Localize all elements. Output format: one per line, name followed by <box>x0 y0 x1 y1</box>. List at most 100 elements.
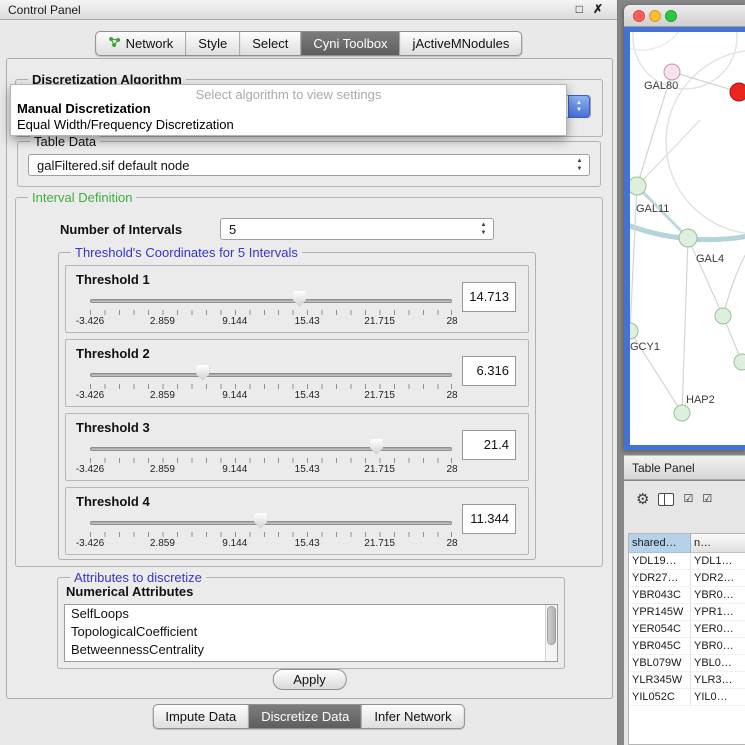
threshold-1-slider[interactable] <box>90 294 452 308</box>
slider-track[interactable] <box>90 299 452 303</box>
tab-cyni-toolbox[interactable]: Cyni Toolbox <box>300 32 399 55</box>
threshold-3-value-field[interactable]: 21.4 <box>462 430 516 460</box>
popup-option-equal-width-frequency[interactable]: Equal Width/Frequency Discretization <box>11 117 566 133</box>
tick-label: 2.859 <box>150 538 175 549</box>
node-hap2[interactable] <box>674 405 690 421</box>
table-data-combobox[interactable]: galFiltered.sif default node ▲▼ <box>28 154 590 176</box>
network-nodes[interactable] <box>630 64 745 421</box>
table-cell[interactable]: YBR045C <box>629 638 691 655</box>
slider-thumb[interactable] <box>254 513 267 529</box>
list-item[interactable]: TopologicalCoefficient <box>65 623 557 641</box>
table-cell[interactable]: YBR043C <box>629 587 691 604</box>
threshold-3-slider[interactable] <box>90 442 452 456</box>
table-cell[interactable]: YLR3… <box>691 672 745 689</box>
node-unlabeled[interactable] <box>715 308 731 324</box>
columns-icon[interactable] <box>658 493 674 506</box>
numerical-attributes-list[interactable]: SelfLoops TopologicalCoefficient Between… <box>64 604 558 662</box>
table-cell[interactable]: YBL0… <box>691 655 745 672</box>
table-row[interactable]: YPR145W YPR1… <box>629 604 745 621</box>
threshold-1-value-field[interactable]: 14.713 <box>462 282 516 312</box>
slider-thumb[interactable] <box>293 291 306 307</box>
threshold-4-value-field[interactable]: 11.344 <box>462 504 516 534</box>
slider-thumb[interactable] <box>370 439 383 455</box>
table-cell[interactable]: YLR345W <box>629 672 691 689</box>
slider-track[interactable] <box>90 447 452 451</box>
table-row[interactable]: YLR345W YLR3… <box>629 672 745 689</box>
table-cell[interactable]: YPR145W <box>629 604 691 621</box>
num-intervals-combobox[interactable]: 5 ▲▼ <box>220 218 494 240</box>
tab-network[interactable]: Network <box>96 32 186 55</box>
network-icon <box>108 36 121 51</box>
table-row[interactable]: YER054C YER0… <box>629 621 745 638</box>
node-gal11[interactable] <box>630 177 646 195</box>
close-window-icon[interactable]: ✗ <box>593 2 603 16</box>
stepper-icon[interactable]: ▲▼ <box>574 157 585 173</box>
tab-style[interactable]: Style <box>185 32 239 55</box>
table-row[interactable]: YIL052C YIL0… <box>629 689 745 706</box>
table-cell[interactable]: YPR1… <box>691 604 745 621</box>
zoom-traffic-icon[interactable] <box>665 10 677 22</box>
tick-label: 28 <box>446 538 457 549</box>
table-data-group: Table Data galFiltered.sif default node … <box>17 141 601 187</box>
table-row[interactable]: YBL079W YBL0… <box>629 655 745 672</box>
slider-track[interactable] <box>90 373 452 377</box>
table-cell[interactable]: YER054C <box>629 621 691 638</box>
tick-label: -3.426 <box>76 538 104 549</box>
threshold-4-slider[interactable] <box>90 516 452 530</box>
network-window-titlebar[interactable] <box>624 5 745 27</box>
list-item[interactable]: SelfLoops <box>65 605 557 623</box>
table-panel-titlebar[interactable]: Table Panel <box>624 455 745 480</box>
popup-option-manual-discretization[interactable]: Manual Discretization <box>11 101 566 117</box>
node-gal4[interactable] <box>679 229 697 247</box>
table-cell[interactable]: YDL19… <box>629 553 691 570</box>
thresholds-coordinates-group: Threshold's Coordinates for 5 Intervals … <box>58 252 536 560</box>
table-row[interactable]: YDR27… YDR2… <box>629 570 745 587</box>
tab-discretize-data[interactable]: Discretize Data <box>248 705 361 728</box>
table-cell[interactable]: YDR2… <box>691 570 745 587</box>
control-panel-window: Control Panel □ ✗ Network Style <box>0 0 618 745</box>
table-row[interactable]: YDL19… YDL1… <box>629 553 745 570</box>
table-cell[interactable]: YBR0… <box>691 587 745 604</box>
stepper-icon[interactable]: ▲▼ <box>478 221 489 237</box>
table-cell[interactable]: YIL052C <box>629 689 691 706</box>
table-cell[interactable]: YIL0… <box>691 689 745 706</box>
attributes-to-discretize-group: Attributes to discretize Numerical Attri… <box>57 577 565 669</box>
list-item[interactable]: BetweennessCentrality <box>65 641 557 659</box>
threshold-2-value-field[interactable]: 6.316 <box>462 356 516 386</box>
tick-label: -3.426 <box>76 464 104 475</box>
tab-impute-data[interactable]: Impute Data <box>153 705 248 728</box>
list-scrollbar[interactable] <box>545 605 557 661</box>
tab-infer-network[interactable]: Infer Network <box>361 705 463 728</box>
table-row[interactable]: YBR043C YBR0… <box>629 587 745 604</box>
node-red-selected[interactable] <box>730 83 745 101</box>
threshold-2-slider[interactable] <box>90 368 452 382</box>
combo-stepper-icon[interactable]: ▲▼ <box>568 95 590 118</box>
network-canvas[interactable]: GAL80 GAL11 GAL4 GCY1 HAP2 <box>630 32 745 445</box>
select-all-icon[interactable]: ☑ <box>702 493 712 505</box>
column-header-shared-name[interactable]: shared… <box>629 534 691 553</box>
column-header-name[interactable]: n… <box>691 534 745 553</box>
table-cell[interactable]: YBR0… <box>691 638 745 655</box>
table-cell[interactable]: YBL079W <box>629 655 691 672</box>
node-gcy1[interactable] <box>630 323 638 339</box>
slider-thumb[interactable] <box>196 365 209 381</box>
table-cell[interactable]: YDL1… <box>691 553 745 570</box>
minimize-traffic-icon[interactable] <box>649 10 661 22</box>
apply-button[interactable]: Apply <box>272 669 347 690</box>
table-cell[interactable]: YER0… <box>691 621 745 638</box>
table-row[interactable]: YBR045C YBR0… <box>629 638 745 655</box>
float-window-icon[interactable]: □ <box>576 2 583 16</box>
gear-icon[interactable]: ⚙ <box>636 492 649 507</box>
tab-select[interactable]: Select <box>239 32 300 55</box>
select-columns-icon[interactable]: ☑ <box>683 493 693 505</box>
num-intervals-label: Number of Intervals <box>60 222 182 237</box>
close-traffic-icon[interactable] <box>633 10 645 22</box>
tick-label: 21.715 <box>364 390 395 401</box>
node-unlabeled[interactable] <box>734 354 745 370</box>
tab-jactivemnodules[interactable]: jActiveMNodules <box>400 32 522 55</box>
node-gal80[interactable] <box>664 64 680 80</box>
scrollbar-thumb[interactable] <box>547 606 556 645</box>
slider-track[interactable] <box>90 521 452 525</box>
control-panel-titlebar[interactable]: Control Panel □ ✗ <box>0 0 617 20</box>
table-cell[interactable]: YDR27… <box>629 570 691 587</box>
